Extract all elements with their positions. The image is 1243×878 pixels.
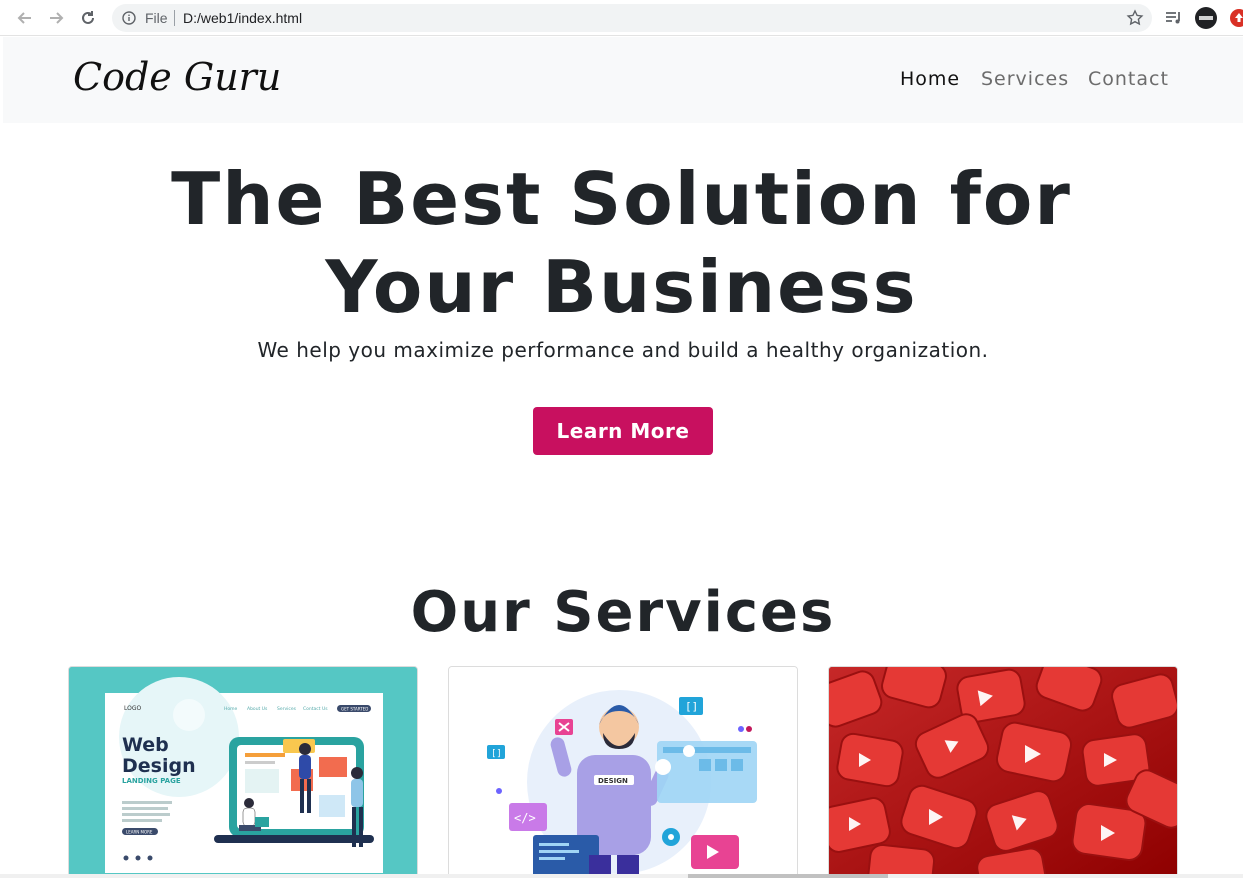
horizontal-scrollbar[interactable]	[0, 874, 1243, 878]
mock-heading-web: Web	[122, 734, 169, 756]
scrollbar-thumb[interactable]	[688, 874, 888, 878]
back-icon[interactable]	[15, 8, 35, 28]
nav-link-home[interactable]: Home	[900, 68, 960, 90]
url-text[interactable]: D:/web1/index.html	[183, 10, 302, 26]
hero-title-line2: Your Business	[325, 245, 918, 329]
video-icons-photo	[829, 667, 1177, 877]
web-design-illustration: LOGO Home About Us Services Contact Us G…	[69, 667, 417, 877]
learn-more-button[interactable]: Learn More	[533, 407, 713, 455]
reading-list-icon[interactable]	[1164, 8, 1184, 28]
mock-nav-contact: Contact Us	[303, 706, 328, 712]
forward-icon[interactable]	[46, 8, 66, 28]
divider	[174, 10, 175, 26]
bookmark-star-icon[interactable]	[1126, 9, 1144, 27]
nav-link-services[interactable]: Services	[981, 68, 1069, 90]
reload-icon[interactable]	[78, 8, 98, 28]
mock-nav-about: About Us	[247, 706, 268, 712]
mock-landing-page: LANDING PAGE	[122, 777, 181, 785]
hero-subtitle: We help you maximize performance and bui…	[257, 338, 989, 362]
extension-icon[interactable]	[1229, 8, 1243, 28]
designer-illustration: [] [] </> DESIGN	[449, 667, 797, 877]
profile-avatar-icon[interactable]	[1195, 7, 1217, 29]
services-title: Our Services	[410, 580, 836, 645]
service-card-web-design[interactable]: LOGO Home About Us Services Contact Us G…	[68, 666, 418, 878]
bracket-icon-top: []	[685, 700, 698, 713]
mock-get-started: GET STARTED	[341, 707, 368, 712]
mock-heading-design: Design	[122, 755, 196, 777]
file-label: File	[145, 10, 168, 26]
shirt-label: DESIGN	[598, 777, 628, 785]
service-card-ui-design[interactable]: [] [] </> DESIGN	[448, 666, 798, 878]
address-bar[interactable]: File D:/web1/index.html	[112, 4, 1152, 32]
mock-nav-home: Home	[224, 706, 238, 712]
mock-learn-more: LEARN MORE	[126, 830, 153, 835]
bracket-icon-left: []	[491, 749, 502, 759]
mock-nav-services: Services	[277, 706, 297, 712]
info-icon[interactable]	[122, 11, 136, 25]
mock-logo: LOGO	[124, 705, 142, 712]
site-navbar: Code Guru Home Services Contact	[3, 37, 1243, 123]
hero-title: The Best Solution for Your Business	[0, 155, 1243, 331]
nav-link-contact[interactable]: Contact	[1088, 68, 1169, 90]
browser-toolbar: File D:/web1/index.html	[0, 0, 1243, 36]
hero-title-line1: The Best Solution for	[171, 157, 1072, 241]
service-card-video[interactable]	[828, 666, 1178, 878]
code-icon: </>	[514, 811, 536, 825]
brand-logo[interactable]: Code Guru	[73, 55, 281, 99]
